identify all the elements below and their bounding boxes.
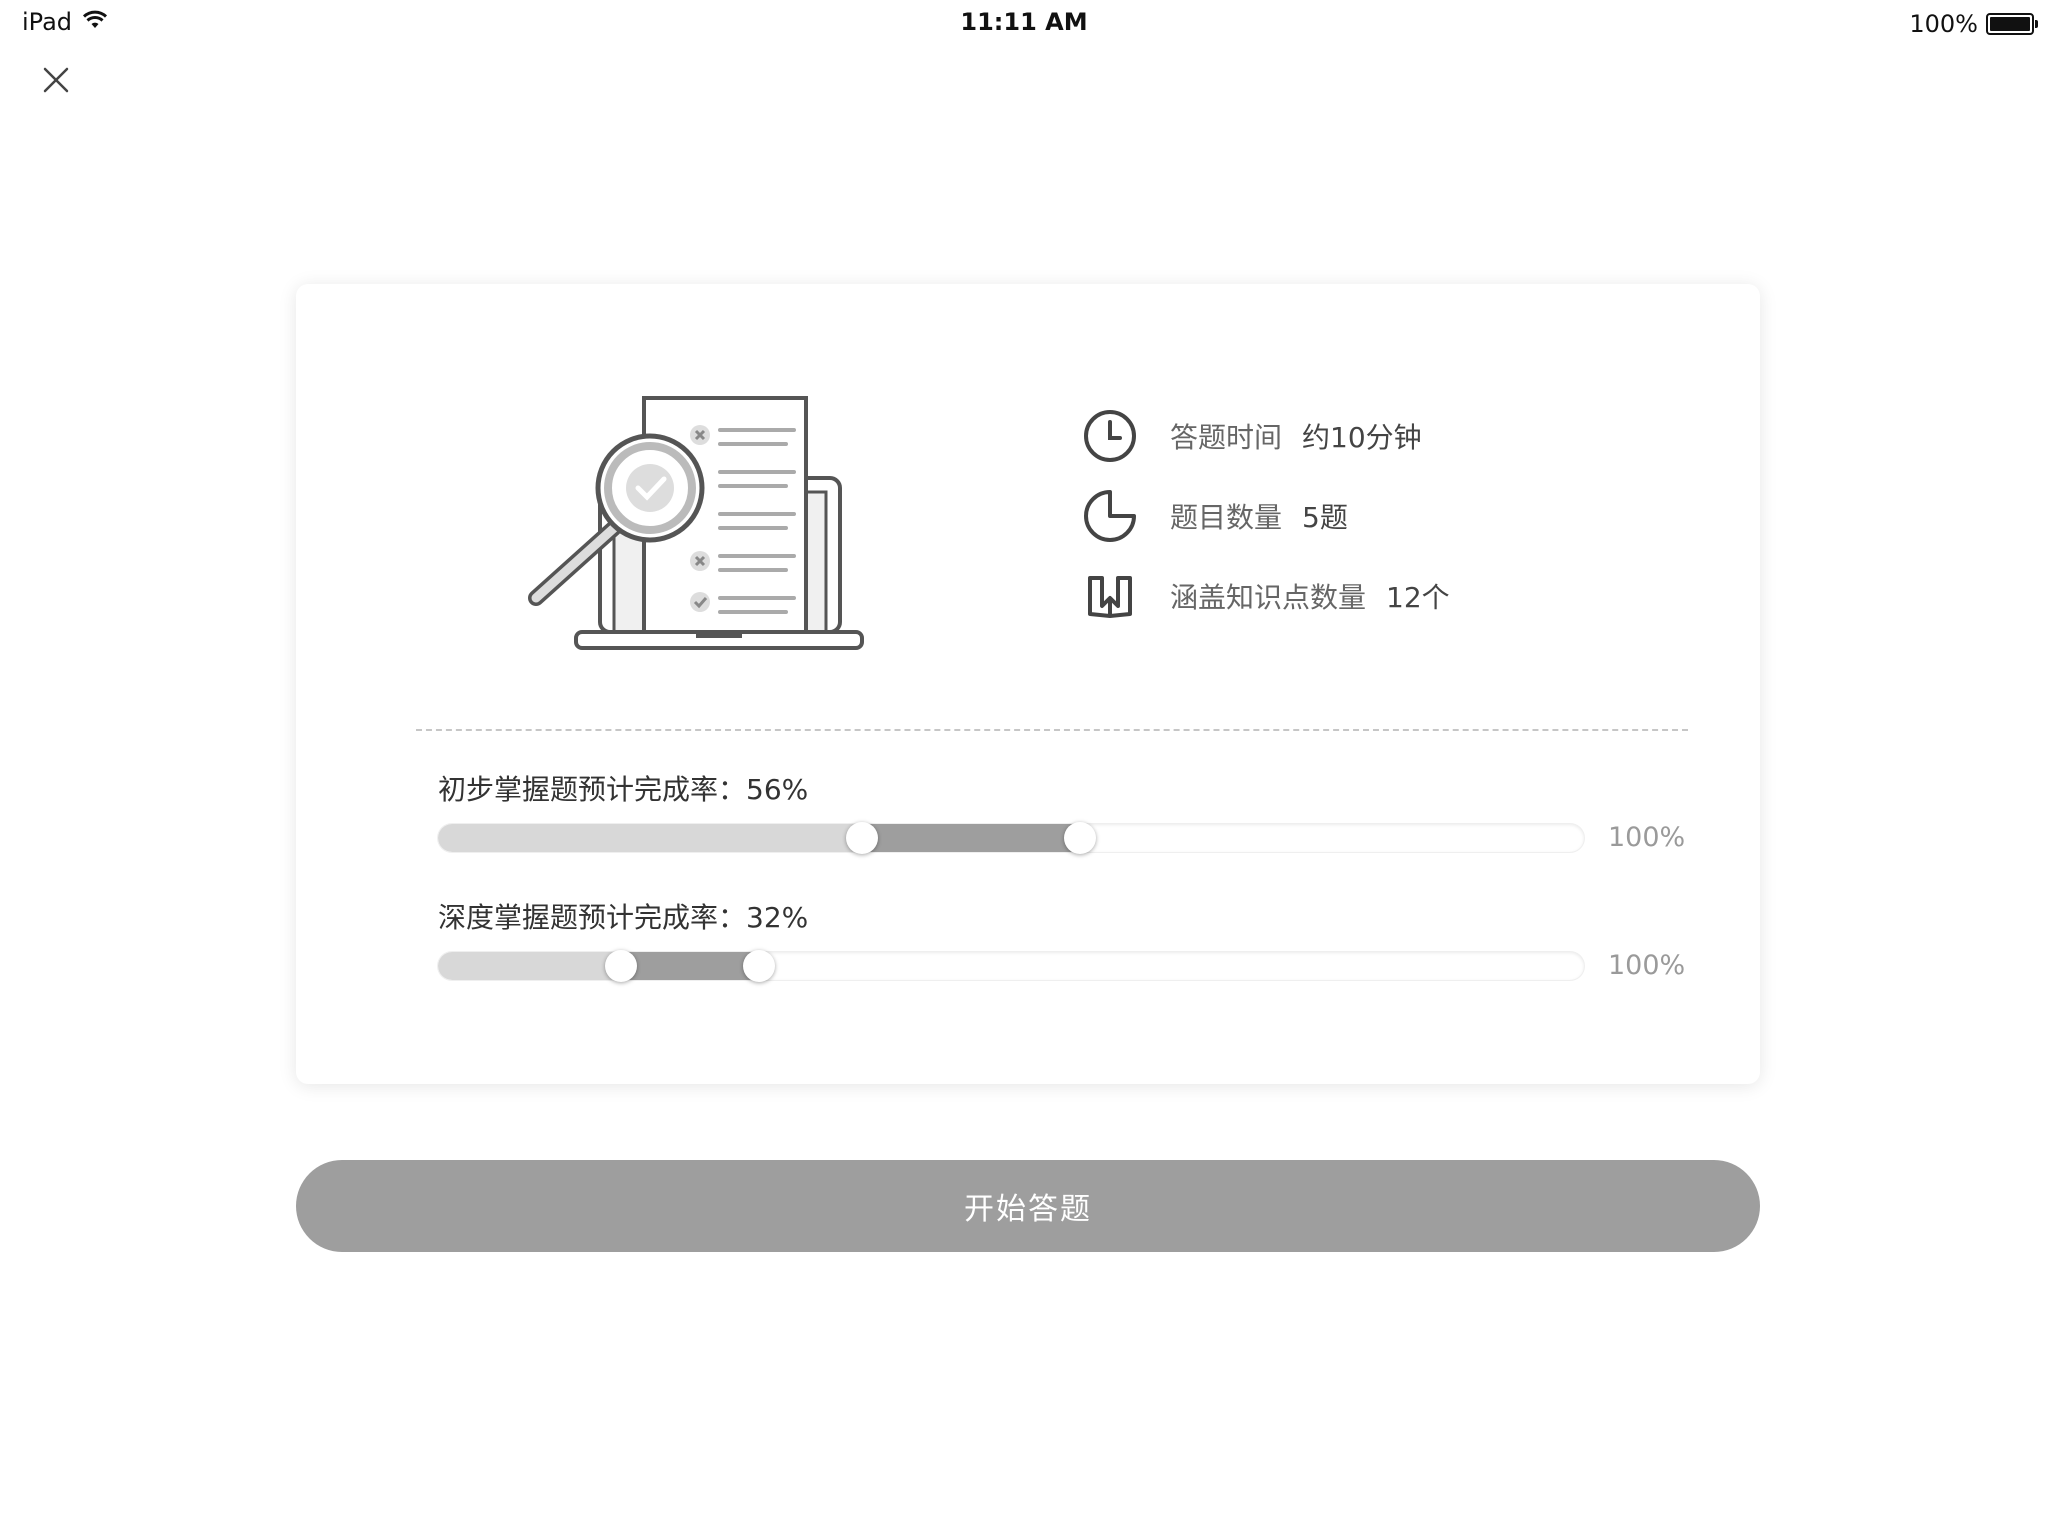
count-label: 题目数量 [1170,501,1283,534]
progress-basic-end-handle[interactable] [1063,822,1096,854]
pie-chart-icon [1082,488,1138,544]
progress-deep-row: 100% [438,944,1688,988]
knowledge-label: 涵盖知识点数量 [1170,581,1367,614]
knowledge-value: 12个 [1386,581,1450,614]
info-row-count: 题目数量 5题 [1082,488,1450,544]
progress-basic: 初步掌握题预计完成率：56% 100% [438,770,1688,860]
quiz-illustration [514,388,874,658]
status-time: 11:11 AM [960,8,1088,36]
time-label: 答题时间 [1170,421,1283,454]
battery-fill [1990,17,2030,31]
book-icon [1082,568,1138,624]
progress-deep-end-handle[interactable] [742,950,775,982]
status-right: 100% [1909,10,2038,38]
battery-percent: 100% [1909,10,1978,38]
status-bar: iPad 11:11 AM 100% [0,0,2048,44]
quiz-info-list: 答题时间 约10分钟 题目数量 5题 涵盖知识点数量 12个 [1082,408,1450,648]
progress-deep-title: 深度掌握题预计完成率：32% [438,901,809,934]
clock-icon [1082,408,1138,464]
time-value: 约10分钟 [1302,421,1422,454]
progress-deep-max-label: 100% [1608,950,1686,981]
start-quiz-button[interactable]: 开始答题 [296,1160,1760,1252]
info-row-time: 答题时间 约10分钟 [1082,408,1450,464]
progress-deep: 深度掌握题预计完成率：32% 100% [438,898,1688,988]
info-row-knowledge: 涵盖知识点数量 12个 [1082,568,1450,624]
close-icon [43,67,69,93]
close-button[interactable] [36,60,76,100]
progress-basic-title: 初步掌握题预计完成率：56% [438,773,809,806]
progress-basic-fill-light [438,824,877,852]
progress-basic-max-label: 100% [1608,822,1686,853]
progress-basic-row: 100% [438,816,1688,860]
progress-basic-track [438,824,1584,852]
progress-basic-fill-dark [862,824,1080,852]
quiz-info-card: 答题时间 约10分钟 题目数量 5题 涵盖知识点数量 12个 初步掌握题预计完成… [296,284,1760,1084]
dashed-divider [416,729,1688,731]
progress-basic-start-handle[interactable] [846,822,879,854]
battery-icon [1986,13,2038,35]
progress-deep-fill-dark [621,952,759,980]
count-value: 5题 [1302,501,1348,534]
